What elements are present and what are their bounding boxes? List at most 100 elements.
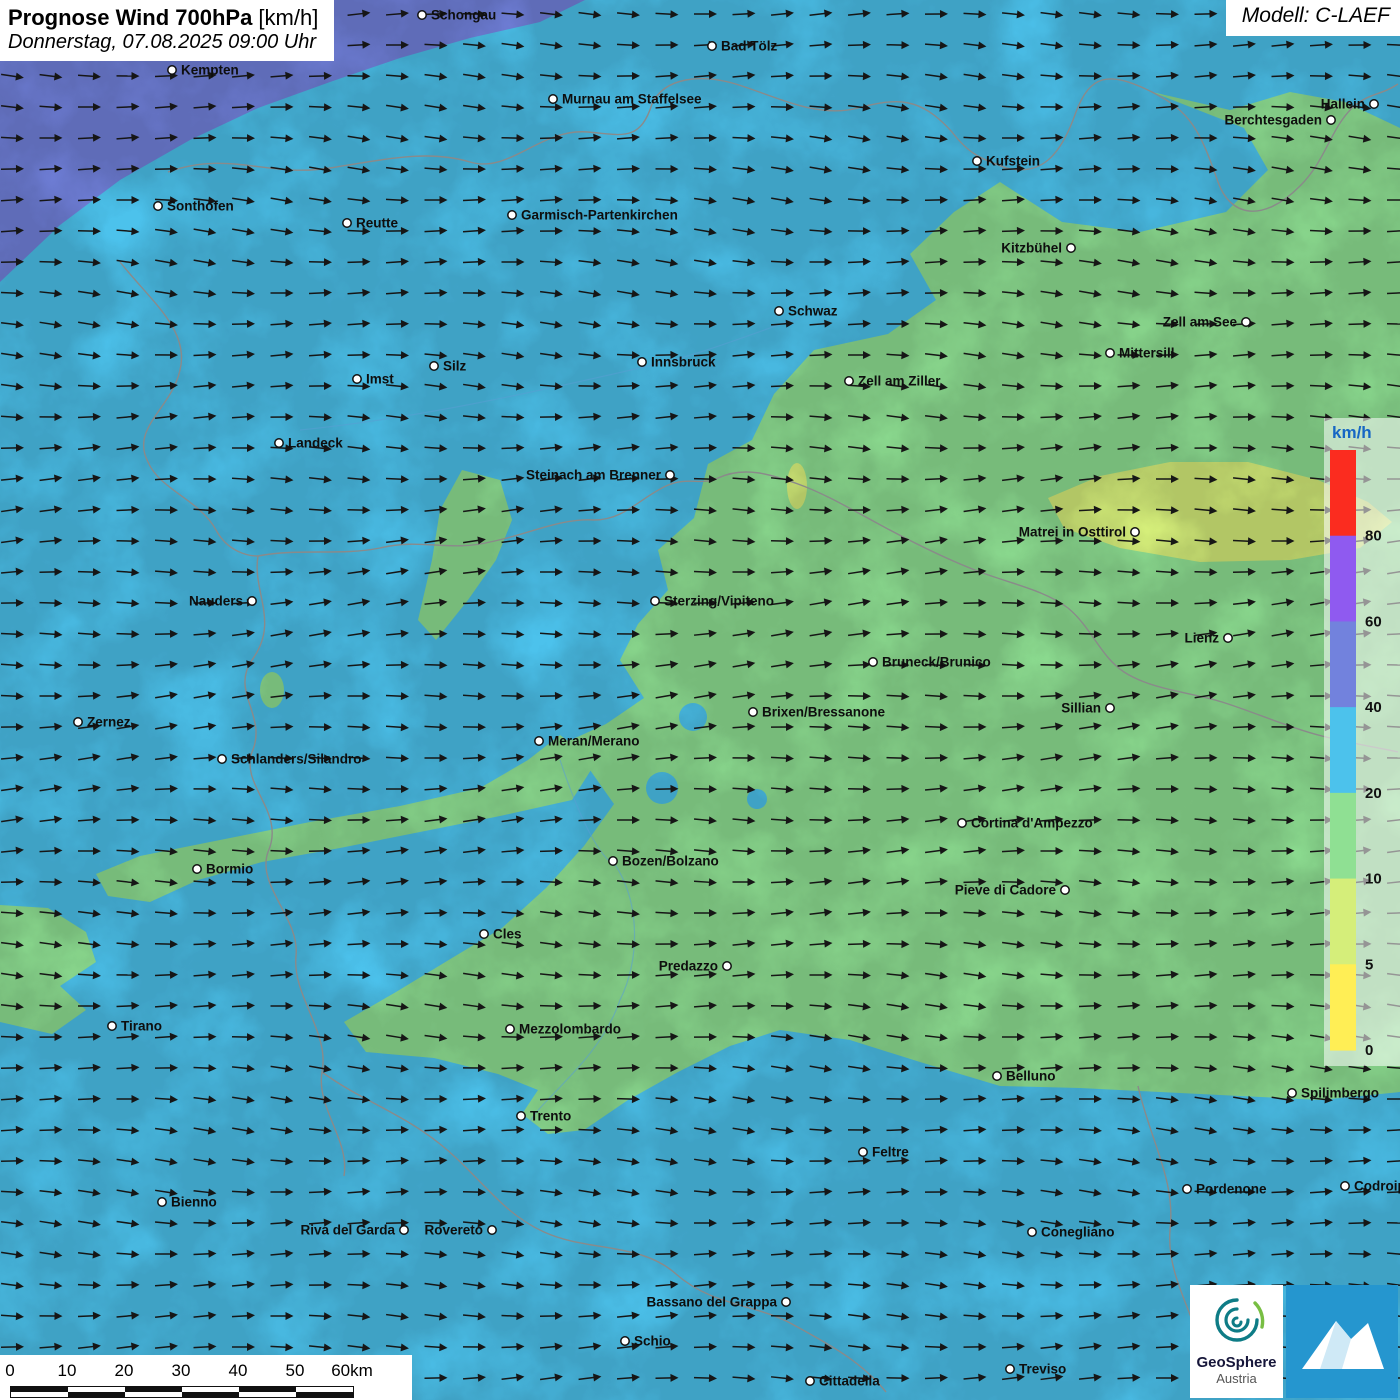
city-label: Kufstein [986, 154, 1040, 169]
city-label: Mezzolombardo [519, 1022, 621, 1037]
city: Pordenone [1183, 1182, 1267, 1197]
city-label: Tirano [121, 1019, 162, 1034]
city-marker [508, 211, 516, 219]
city-label: Spilimbergo [1301, 1086, 1379, 1101]
city-marker [418, 11, 426, 19]
city-marker [158, 1198, 166, 1206]
scale-label: 60km [331, 1361, 373, 1381]
city-marker [1370, 100, 1378, 108]
city: Matrei in Osttirol [1019, 525, 1139, 540]
city: Bozen/Bolzano [609, 854, 719, 869]
city: Conegliano [1028, 1225, 1115, 1240]
city-marker [1106, 349, 1114, 357]
city-label: Riva del Garda [300, 1223, 395, 1238]
city-marker [400, 1226, 408, 1234]
city-label: Cles [493, 927, 522, 942]
city-label: Bozen/Bolzano [622, 854, 719, 869]
city: Murnau am Staffelsee [549, 92, 702, 107]
city-label: Bad Tölz [721, 39, 777, 54]
city-marker [1183, 1185, 1191, 1193]
city-marker [723, 962, 731, 970]
city-marker [666, 471, 674, 479]
city-marker [621, 1337, 629, 1345]
city-marker [218, 755, 226, 763]
city-label: Schongau [431, 8, 496, 23]
legend-color-segment [1330, 450, 1356, 536]
map-canvas: km/h806040201050 SchongauBad TölzKempten… [0, 0, 1400, 1400]
scale-label: 40 [229, 1361, 248, 1381]
city-marker [353, 375, 361, 383]
city-marker [609, 857, 617, 865]
city-marker [869, 658, 877, 666]
city: Zell am Ziller [845, 374, 941, 389]
city-label: Innsbruck [651, 355, 716, 370]
city: Brixen/Bressanone [749, 705, 886, 720]
city-marker [1106, 704, 1114, 712]
page-title: Prognose Wind 700hPa [km/h] [8, 5, 318, 30]
city-marker [108, 1022, 116, 1030]
city-label: Schio [634, 1334, 671, 1349]
city-marker [749, 708, 757, 716]
city-label: Murnau am Staffelsee [562, 92, 702, 107]
scale-label: 50 [286, 1361, 305, 1381]
city-marker [845, 377, 853, 385]
city-label: Zernez [87, 715, 131, 730]
city-marker [1006, 1365, 1014, 1373]
city-label: Mittersill [1119, 346, 1175, 361]
legend-color-segment [1330, 793, 1356, 879]
legend-tick-label: 10 [1365, 871, 1382, 888]
scale-label: 10 [58, 1361, 77, 1381]
city: Riva del Garda [300, 1223, 408, 1238]
city: Meran/Merano [535, 734, 640, 749]
city-marker [1224, 634, 1232, 642]
legend-color-segment [1330, 879, 1356, 965]
logo-brand-text: GeoSphere [1190, 1354, 1283, 1371]
legend-tick-label: 40 [1365, 699, 1382, 716]
city-label: Treviso [1019, 1362, 1066, 1377]
forecast-datetime: Donnerstag, 07.08.2025 09:00 Uhr [8, 30, 318, 54]
wind-forecast-map: km/h806040201050 SchongauBad TölzKempten… [0, 0, 1400, 1400]
city-marker [193, 865, 201, 873]
scale-segment [296, 1392, 353, 1397]
city-label: Sonthofen [167, 199, 234, 214]
scale-segment [11, 1392, 68, 1397]
scale-segment [239, 1392, 296, 1397]
city-label: Trento [530, 1109, 571, 1124]
city-label: Brixen/Bressanone [762, 705, 886, 720]
city-label: Nauders [189, 594, 243, 609]
legend-tick-label: 5 [1365, 956, 1373, 973]
city-label: Zell am See [1163, 315, 1238, 330]
city-marker [154, 202, 162, 210]
city-label: Pieve di Cadore [955, 883, 1057, 898]
city-marker [248, 597, 256, 605]
city-marker [958, 819, 966, 827]
city-label: Lienz [1184, 631, 1219, 646]
city-label: Garmisch-Partenkirchen [521, 208, 678, 223]
city: Bassano del Grappa [646, 1295, 790, 1310]
legend-tick-label: 80 [1365, 528, 1382, 545]
model-label: Modell: C-LAEF [1226, 0, 1400, 36]
city-label: Meran/Merano [548, 734, 640, 749]
city-label: Feltre [872, 1145, 909, 1160]
city-marker [535, 737, 543, 745]
legend-unit-label: km/h [1332, 423, 1372, 442]
city: Pieve di Cadore [955, 883, 1069, 898]
city-marker [1131, 528, 1139, 536]
city-marker [638, 358, 646, 366]
city: Cortina d'Ampezzo [958, 816, 1093, 831]
city-marker [275, 439, 283, 447]
title-unit: [km/h] [252, 5, 318, 30]
city: Bruneck/Brunico [869, 655, 991, 670]
title-box: Prognose Wind 700hPa [km/h] Donnerstag, … [0, 0, 334, 61]
city-marker [343, 219, 351, 227]
city-marker [430, 362, 438, 370]
city-marker [1061, 886, 1069, 894]
city: Schlanders/Silandro [218, 752, 362, 767]
city-label: Landeck [288, 436, 343, 451]
scale-label: 30 [172, 1361, 191, 1381]
legend-color-segment [1330, 621, 1356, 707]
city-label: Cittadella [819, 1374, 880, 1389]
city-label: Bruneck/Brunico [882, 655, 991, 670]
city-label: Kempten [181, 63, 239, 78]
city-marker [1242, 318, 1250, 326]
